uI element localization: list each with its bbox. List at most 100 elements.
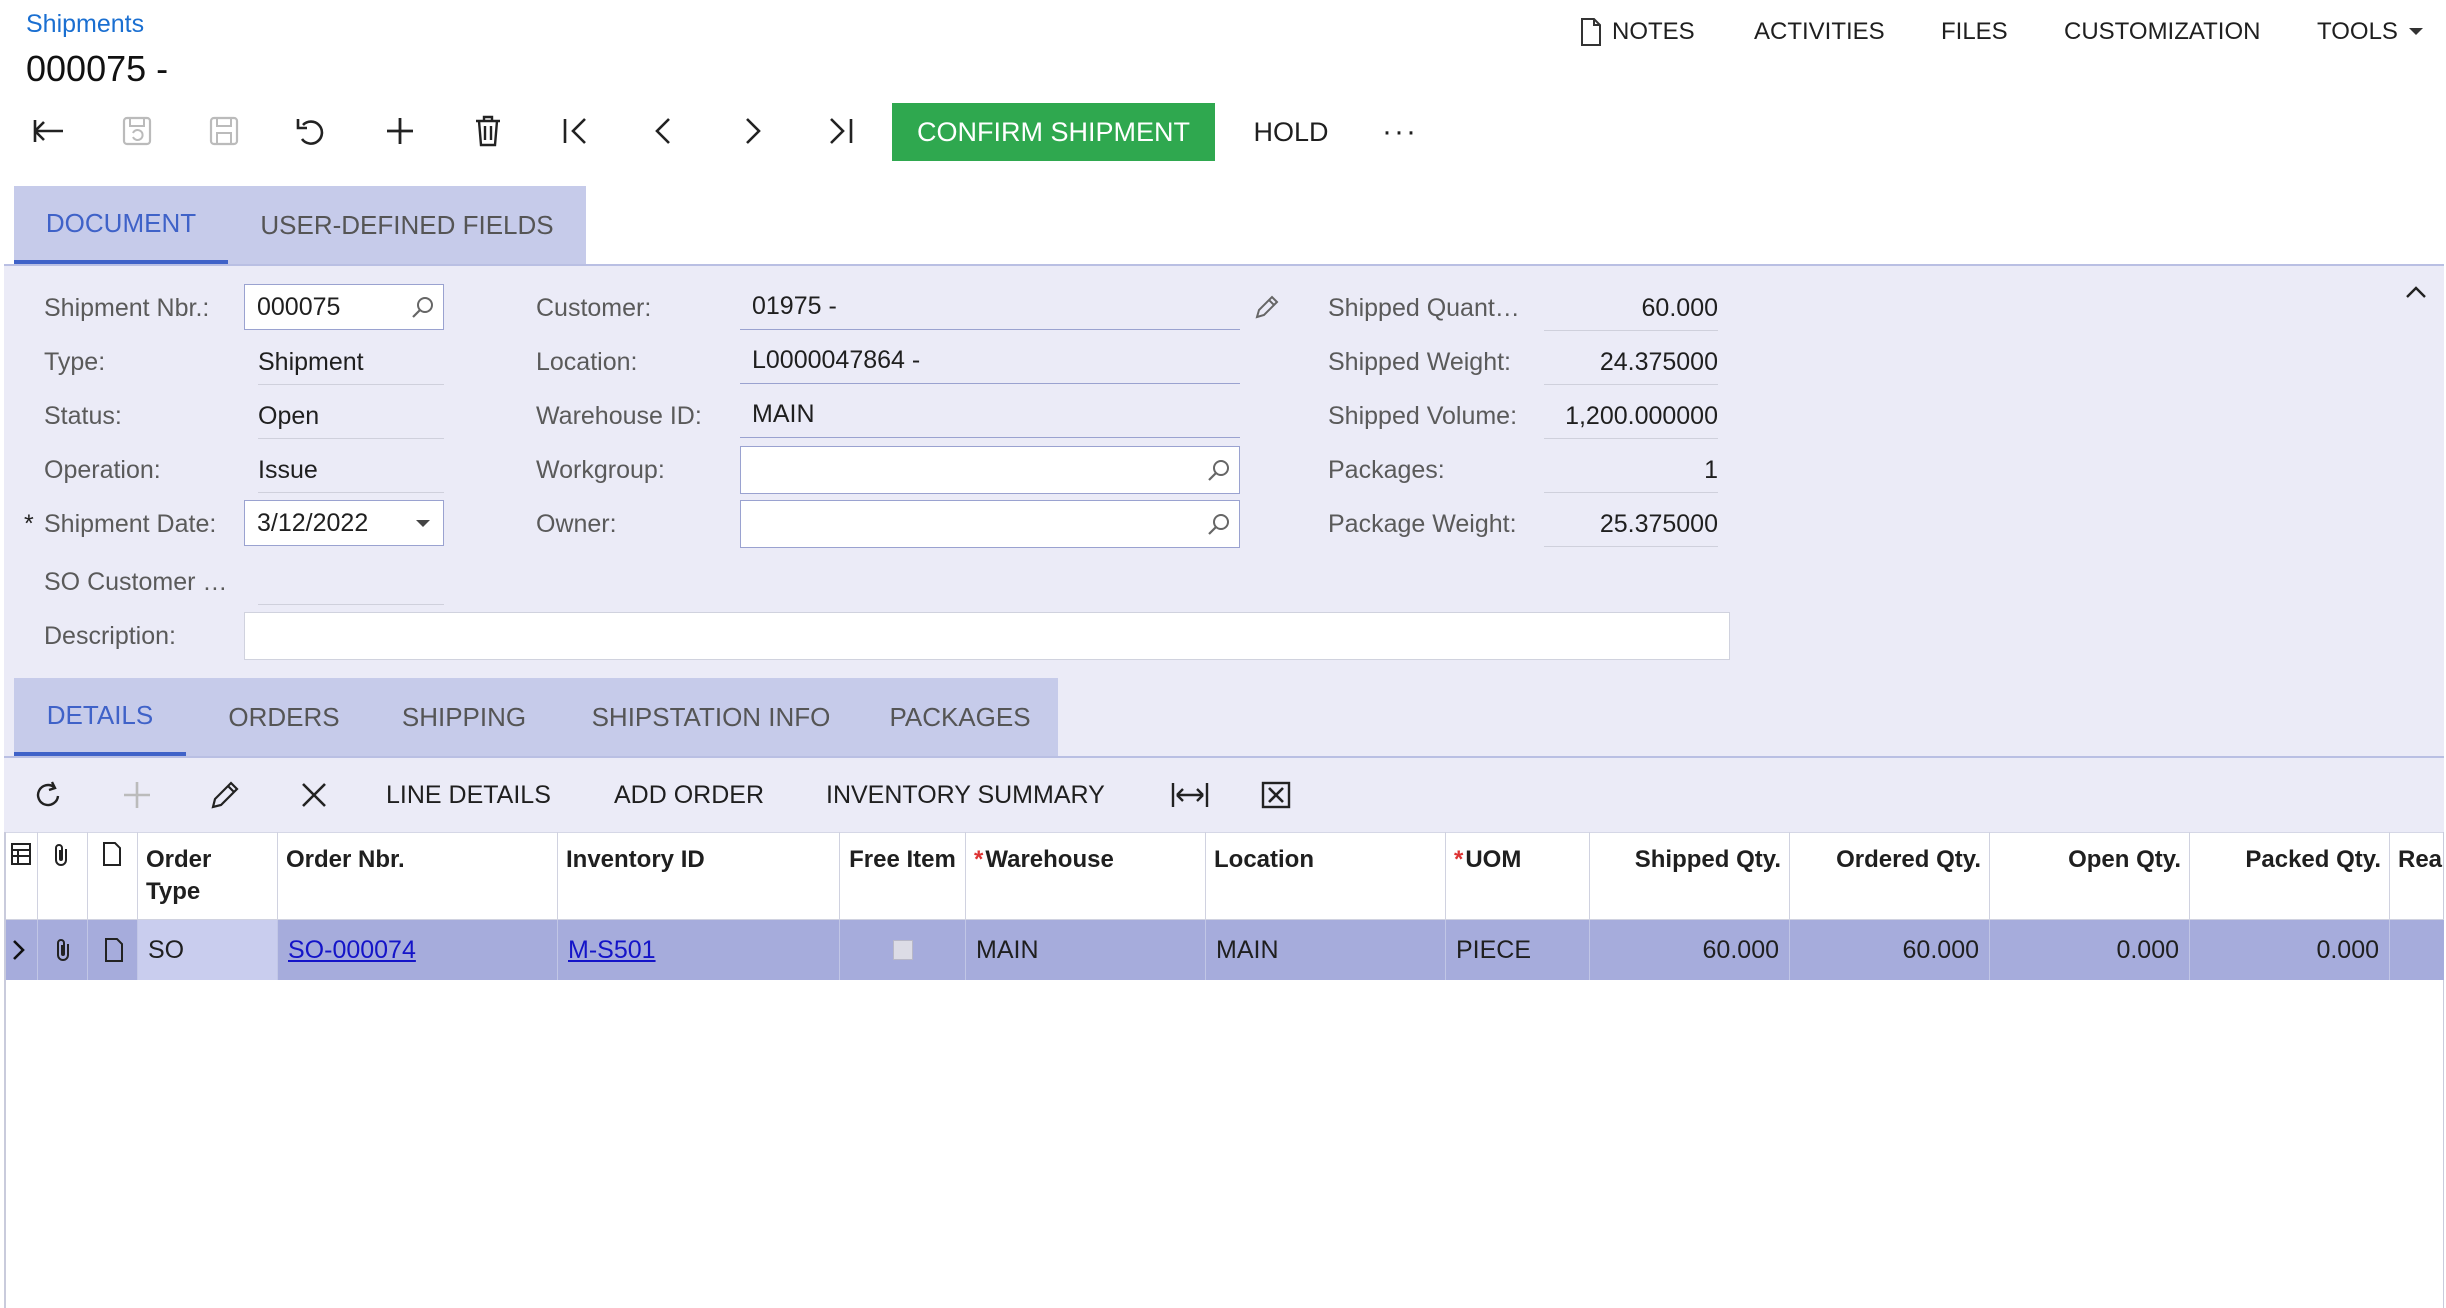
customization-button[interactable]: CUSTOMIZATION (2064, 18, 2260, 46)
shipment-date-label: Shipment Date: (44, 510, 217, 538)
delete-icon[interactable] (463, 106, 513, 156)
shipment-date-field[interactable]: 3/12/2022 (244, 500, 444, 546)
header-reason[interactable]: Rea (2390, 832, 2444, 920)
status-label: Status: (44, 402, 122, 430)
description-field[interactable] (244, 612, 1730, 660)
packages-label: Packages: (1328, 456, 1445, 484)
export-excel-icon[interactable] (1260, 758, 1292, 832)
header-location[interactable]: Location (1206, 832, 1446, 920)
cell-packed-qty[interactable]: 0.000 (2190, 920, 2390, 980)
attachment-icon[interactable] (38, 920, 88, 980)
activities-button[interactable]: ACTIVITIES (1754, 18, 1885, 46)
undo-icon[interactable] (287, 106, 337, 156)
header-warehouse-label: Warehouse (985, 846, 1114, 873)
free-item-checkbox[interactable] (892, 940, 913, 960)
confirm-shipment-button[interactable]: CONFIRM SHIPMENT (892, 103, 1215, 161)
collapse-icon[interactable] (2404, 284, 2428, 300)
files-button[interactable]: FILES (1941, 18, 2008, 46)
save-and-close-icon (112, 106, 162, 156)
first-record-icon[interactable] (551, 106, 601, 156)
package-weight-label: Package Weight: (1328, 510, 1517, 538)
header-warehouse[interactable]: *Warehouse (966, 832, 1206, 920)
back-icon[interactable] (24, 106, 74, 156)
customer-field[interactable]: 01975 - (740, 284, 1240, 330)
header-shipped-qty[interactable]: Shipped Qty. (1590, 832, 1790, 920)
header-ordered-qty[interactable]: Ordered Qty. (1790, 832, 1990, 920)
owner-label: Owner: (536, 510, 617, 538)
search-icon[interactable] (1207, 512, 1231, 536)
location-label: Location: (536, 348, 638, 376)
more-actions-button[interactable]: ··· (1372, 103, 1428, 161)
note-icon[interactable] (88, 920, 138, 980)
tab-shipstation-info[interactable]: SHIPSTATION INFO (566, 678, 856, 756)
cell-reason[interactable] (2390, 920, 2444, 980)
document-icon (1580, 18, 1602, 46)
header-uom[interactable]: *UOM (1446, 832, 1590, 920)
tools-menu[interactable]: TOOLS (2317, 18, 2424, 46)
cell-location[interactable]: MAIN (1206, 920, 1446, 980)
tab-user-defined-fields[interactable]: USER-DEFINED FIELDS (242, 186, 572, 264)
header-order-nbr[interactable]: Order Nbr. (278, 832, 558, 920)
tab-packages[interactable]: PACKAGES (874, 678, 1046, 756)
shipped-weight-value: 24.375000 (1544, 348, 1718, 385)
details-grid: Order Type Order Nbr. Inventory ID Free … (4, 832, 2444, 1308)
tab-orders[interactable]: ORDERS (204, 678, 364, 756)
cell-free-item[interactable] (840, 920, 966, 980)
edit-pencil-icon[interactable] (1254, 294, 1280, 320)
header-uom-label: UOM (1465, 846, 1522, 873)
notes-button[interactable]: NOTES (1580, 18, 1695, 46)
workgroup-field[interactable] (740, 446, 1240, 494)
required-marker: * (24, 510, 34, 538)
line-details-button[interactable]: LINE DETAILS (386, 758, 551, 832)
cell-warehouse[interactable]: MAIN (966, 920, 1206, 980)
table-row[interactable]: SO SO-000074 M-S501 MAIN MAIN PIECE 60.0… (6, 920, 2444, 980)
add-order-button[interactable]: ADD ORDER (614, 758, 764, 832)
notes-column-icon (88, 832, 138, 920)
order-nbr-link[interactable]: SO-000074 (288, 936, 416, 965)
next-record-icon[interactable] (727, 106, 777, 156)
shipped-quantity-label: Shipped Quant… (1328, 294, 1520, 322)
search-icon[interactable] (1207, 458, 1231, 482)
required-marker: * (1454, 846, 1464, 873)
cell-open-qty[interactable]: 0.000 (1990, 920, 2190, 980)
header-inventory-id[interactable]: Inventory ID (558, 832, 840, 920)
tab-details[interactable]: DETAILS (14, 678, 186, 756)
fit-columns-icon[interactable] (1170, 758, 1210, 832)
column-chooser-icon[interactable] (6, 832, 38, 920)
cell-order-nbr[interactable]: SO-000074 (278, 920, 558, 980)
tab-document[interactable]: DOCUMENT (14, 186, 228, 264)
tab-shipping[interactable]: SHIPPING (374, 678, 554, 756)
cell-order-type[interactable]: SO (138, 920, 278, 980)
previous-record-icon[interactable] (639, 106, 689, 156)
header-free-item[interactable]: Free Item (840, 832, 966, 920)
hold-button[interactable]: HOLD (1236, 103, 1346, 161)
add-icon[interactable] (375, 106, 425, 156)
header-packed-qty[interactable]: Packed Qty. (2190, 832, 2390, 920)
warehouse-field[interactable]: MAIN (740, 392, 1240, 438)
dropdown-arrow-icon[interactable] (415, 519, 431, 529)
shipment-nbr-value: 000075 (257, 292, 341, 321)
shipment-nbr-field[interactable]: 000075 (244, 284, 444, 330)
cell-shipped-qty[interactable]: 60.000 (1590, 920, 1790, 980)
warehouse-label: Warehouse ID: (536, 402, 702, 430)
header-open-qty[interactable]: Open Qty. (1990, 832, 2190, 920)
inventory-summary-button[interactable]: INVENTORY SUMMARY (826, 758, 1105, 832)
edit-icon[interactable] (210, 758, 240, 832)
operation-label: Operation: (44, 456, 161, 484)
inventory-id-link[interactable]: M-S501 (568, 936, 656, 965)
last-record-icon[interactable] (815, 106, 865, 156)
notes-label: NOTES (1612, 18, 1695, 45)
owner-field[interactable] (740, 500, 1240, 548)
location-field[interactable]: L0000047864 - (740, 338, 1240, 384)
cell-uom[interactable]: PIECE (1446, 920, 1590, 980)
search-icon[interactable] (411, 295, 435, 319)
attachment-column-icon (38, 832, 88, 920)
breadcrumb-shipments[interactable]: Shipments (26, 10, 144, 39)
refresh-icon[interactable] (32, 758, 64, 832)
delete-row-icon[interactable] (300, 758, 328, 832)
package-weight-value: 25.375000 (1544, 510, 1718, 547)
header-order-type[interactable]: Order Type (138, 832, 278, 920)
cell-inventory-id[interactable]: M-S501 (558, 920, 840, 980)
cell-ordered-qty[interactable]: 60.000 (1790, 920, 1990, 980)
expand-row-icon[interactable] (6, 920, 38, 980)
